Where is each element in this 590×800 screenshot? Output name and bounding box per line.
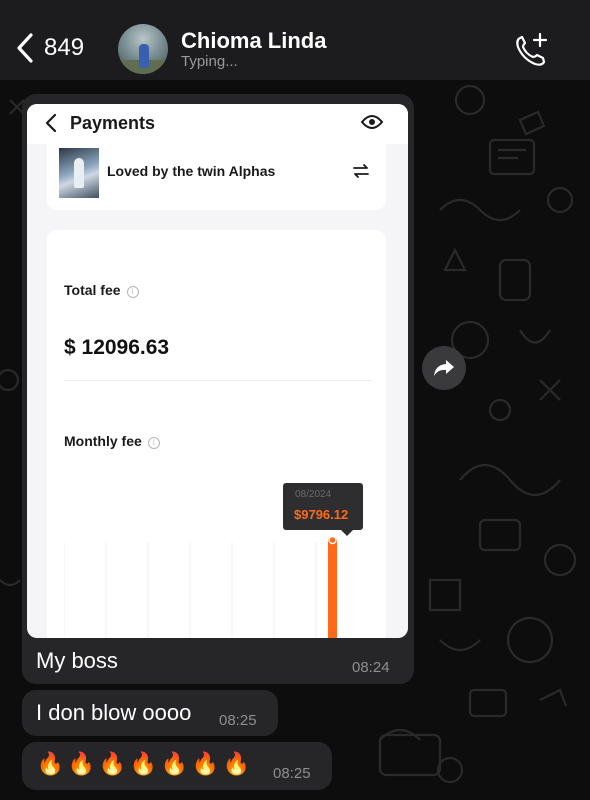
contact-name[interactable]: Chioma Linda — [181, 28, 326, 54]
message-time: 08:24 — [352, 659, 390, 676]
total-fee-label: Total fee i — [64, 282, 139, 298]
divider — [64, 380, 372, 381]
eye-icon — [360, 115, 384, 129]
fee-card: Total fee i $ 12096.63 Monthly fee i — [47, 230, 386, 638]
tooltip-date: 08/2024 — [295, 489, 332, 500]
message-time: 08:25 — [273, 765, 311, 782]
payments-title: Payments — [70, 113, 156, 133]
message-text: I don blow oooo — [36, 700, 192, 725]
forward-button[interactable] — [422, 346, 466, 390]
add-call-icon[interactable] — [512, 30, 552, 68]
chat-header: 849 Chioma Linda Typing... — [0, 0, 590, 80]
avatar[interactable] — [118, 24, 168, 74]
fire-emoji: 🔥 — [191, 751, 220, 776]
info-icon: i — [126, 286, 139, 298]
shared-screenshot[interactable]: Payments Loved by the twin Alphas Total … — [27, 104, 408, 638]
swap-icon — [353, 164, 369, 178]
info-icon: i — [147, 437, 160, 449]
book-title: Loved by the twin Alphas — [107, 163, 276, 179]
fire-emoji: 🔥 — [222, 751, 251, 776]
chevron-left-icon — [45, 113, 57, 133]
fire-emoji: 🔥 — [98, 751, 127, 776]
fire-emoji: 🔥 — [160, 751, 189, 776]
monthly-fee-label: Monthly fee i — [64, 433, 160, 449]
unread-count: 849 — [44, 34, 85, 61]
payments-header: Payments — [27, 104, 408, 144]
book-card: Loved by the twin Alphas — [47, 144, 386, 210]
fire-emoji: 🔥 — [67, 751, 96, 776]
chevron-left-icon — [17, 33, 33, 63]
fire-emoji: 🔥 — [129, 751, 158, 776]
chart-point-highlight — [328, 535, 337, 545]
fire-emoji: 🔥 — [36, 751, 65, 776]
message-time: 08:25 — [219, 712, 257, 729]
contact-status: Typing... — [181, 53, 238, 70]
emoji-row: 🔥 🔥 🔥 🔥 🔥 🔥 🔥 — [36, 749, 251, 779]
back-button[interactable]: 849 — [14, 28, 124, 68]
chart-bar-highlight — [328, 539, 337, 638]
total-fee-value: $ 12096.63 — [64, 336, 170, 359]
message-text: My boss — [36, 648, 118, 673]
chart-tooltip: 08/2024 $9796.12 — [283, 483, 363, 536]
book-cover — [59, 148, 99, 198]
tooltip-value: $9796.12 — [294, 507, 349, 522]
forward-icon — [434, 360, 454, 376]
